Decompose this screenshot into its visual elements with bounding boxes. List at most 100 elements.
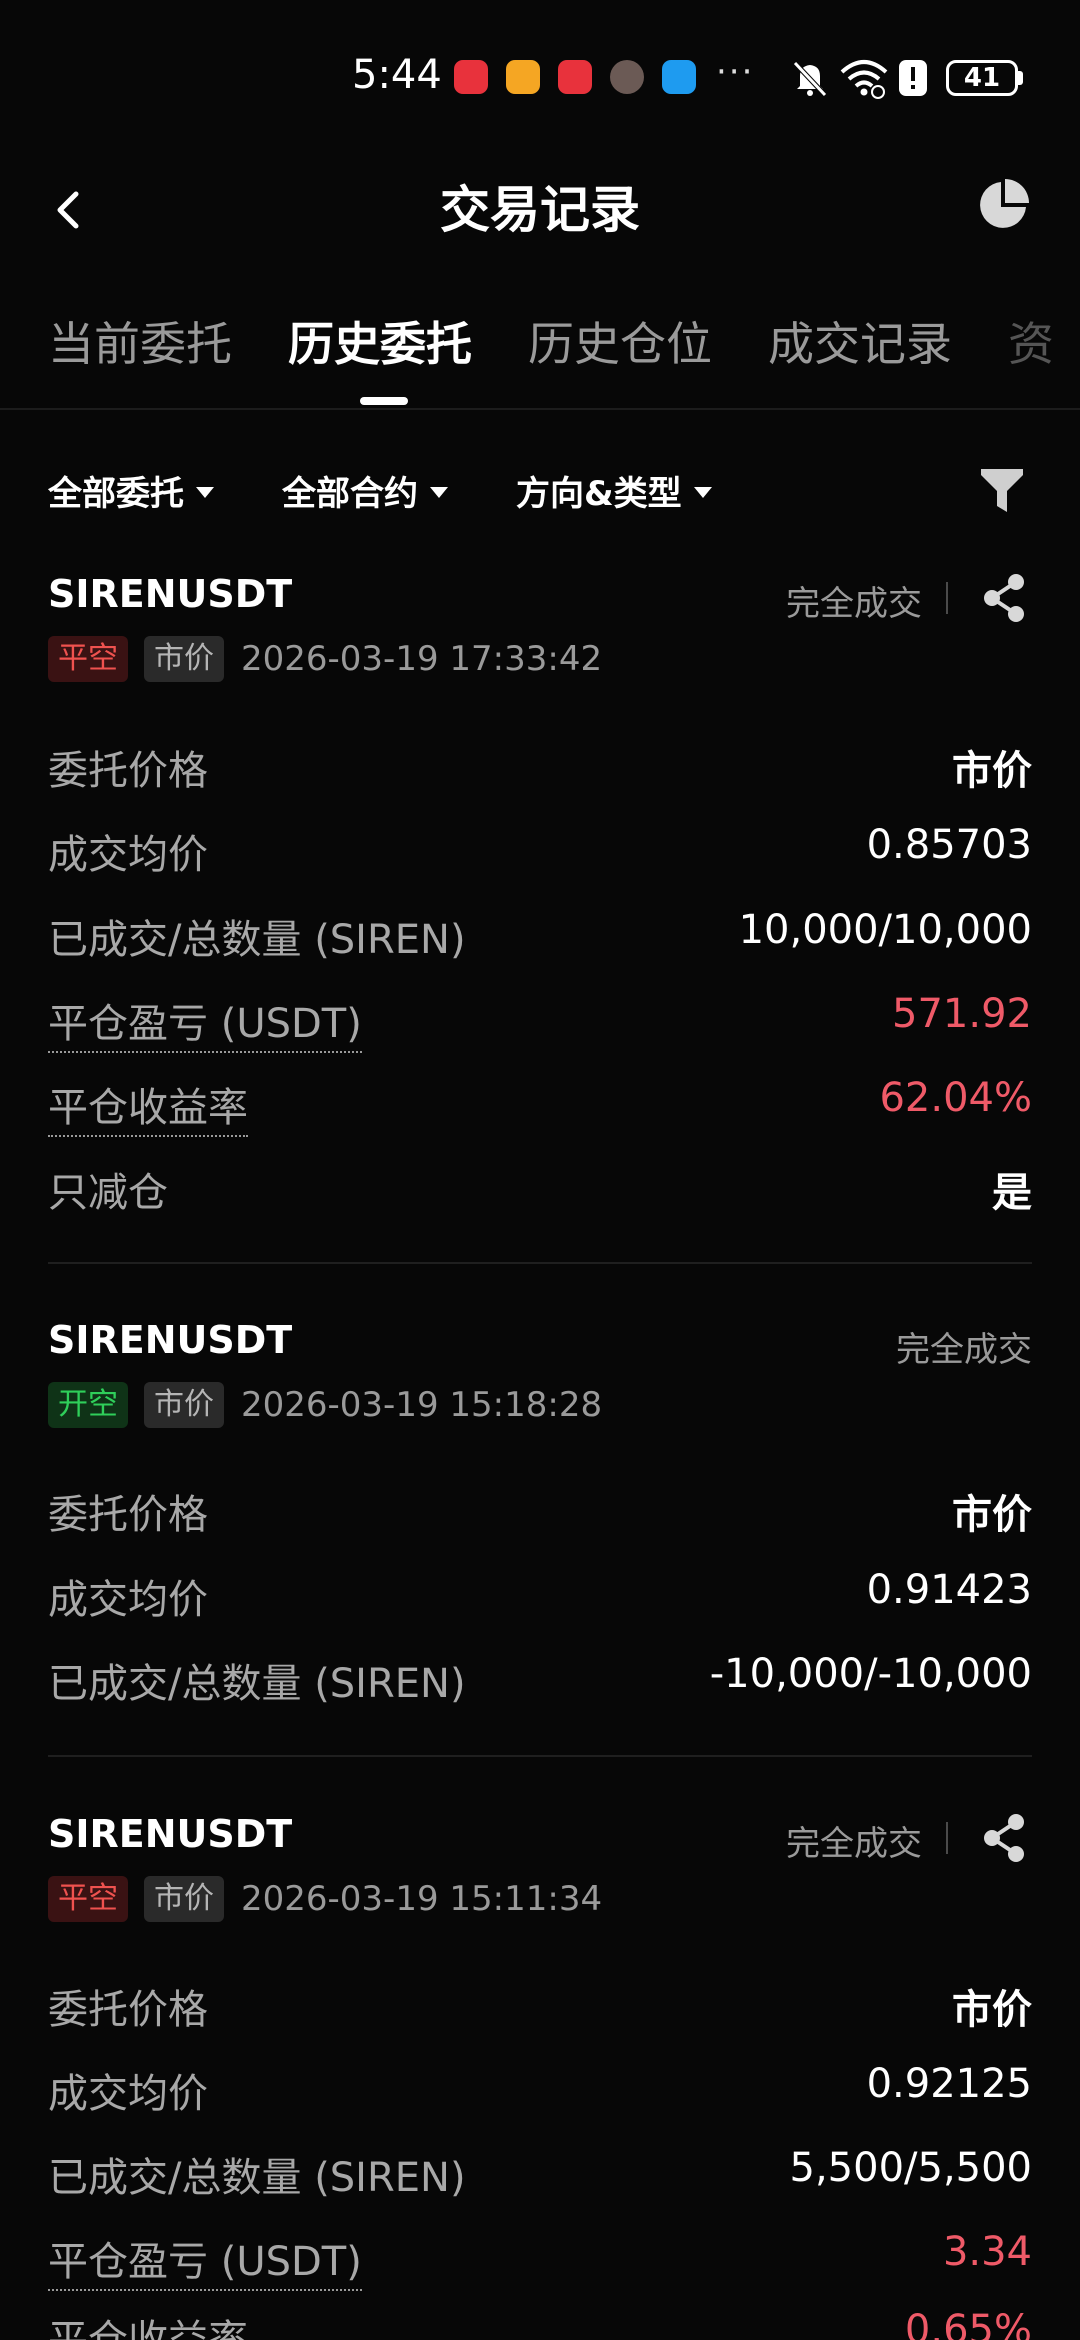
- order-symbol: SIRENUSDT: [48, 1318, 293, 1362]
- order-status: 完全成交: [786, 584, 922, 624]
- detail-row: 平仓收益率 62.04%: [48, 1075, 1032, 1137]
- caret-down-icon: [430, 487, 448, 498]
- divider: [946, 1822, 948, 1854]
- share-icon[interactable]: [978, 572, 1030, 624]
- top-app-bar: 交易记录: [0, 150, 1080, 260]
- filter-bar: 全部委托 全部合约 方向&类型: [0, 452, 1080, 532]
- tab-trade-history[interactable]: 成交记录: [768, 308, 952, 374]
- tab-current-orders[interactable]: 当前委托: [48, 308, 232, 374]
- row-label-tooltip[interactable]: 平仓收益率: [48, 2307, 248, 2340]
- row-label: 成交均价: [48, 2071, 208, 2117]
- row-label: 成交均价: [48, 1577, 208, 1623]
- row-label-tooltip[interactable]: 平仓收益率: [48, 1075, 248, 1137]
- row-value: 62.04%: [879, 1075, 1032, 1121]
- alert-icon: [899, 60, 927, 96]
- all-contracts-dropdown[interactable]: 全部合约: [282, 466, 448, 515]
- detail-row: 平仓收益率 0.65%: [48, 2307, 1032, 2340]
- row-value: 5,500/5,500: [789, 2145, 1033, 2191]
- row-value: 0.85703: [866, 822, 1032, 868]
- tab-bar: 当前委托 历史委托 历史仓位 成交记录 资: [0, 290, 1080, 410]
- tab-order-history[interactable]: 历史委托: [288, 308, 472, 374]
- detail-row: 已成交/总数量 (SIREN) 5,500/5,500: [48, 2145, 1032, 2205]
- notification-app-icon: [454, 60, 488, 94]
- order-type-tag: 市价: [144, 1876, 224, 1922]
- row-value: 0.92125: [866, 2061, 1032, 2107]
- tab-position-history[interactable]: 历史仓位: [528, 308, 712, 374]
- row-value: 571.92: [892, 991, 1032, 1037]
- side-tag: 平空: [48, 1876, 128, 1922]
- detail-row: 只减仓 是: [48, 1160, 1032, 1220]
- row-label: 已成交/总数量 (SIREN): [48, 917, 466, 963]
- row-value: 0.65%: [904, 2307, 1032, 2340]
- caret-down-icon: [693, 487, 712, 498]
- order-time: 2026-03-19 15:18:28: [241, 1385, 603, 1425]
- order-symbol: SIRENUSDT: [48, 572, 293, 616]
- bell-muted-icon: [793, 61, 827, 97]
- direction-type-label: 方向&类型: [516, 474, 682, 514]
- order-type-tag: 市价: [144, 1382, 224, 1428]
- battery-icon: 41: [946, 60, 1018, 96]
- battery-level: 41: [963, 63, 1001, 93]
- notification-app-icon: [558, 60, 592, 94]
- avatar-notification-icon: [610, 60, 644, 94]
- search-app-icon: [662, 60, 696, 94]
- row-value: 3.34: [942, 2229, 1032, 2275]
- more-notifications-icon: ···: [716, 52, 755, 92]
- detail-row: 委托价格 市价: [48, 1977, 1032, 2037]
- order-time: 2026-03-19 17:33:42: [241, 639, 603, 679]
- row-label: 委托价格: [48, 748, 208, 794]
- order-type-tag: 市价: [144, 636, 224, 682]
- row-value: -10,000/-10,000: [709, 1651, 1032, 1697]
- card-divider: [48, 1262, 1032, 1264]
- status-bar: 5:44 ··· 41: [0, 0, 1080, 150]
- row-value: 市价: [952, 1987, 1032, 2033]
- order-status: 完全成交: [786, 1824, 922, 1864]
- all-orders-label: 全部委托: [48, 474, 184, 514]
- detail-row: 成交均价 0.85703: [48, 822, 1032, 882]
- order-card[interactable]: SIRENUSDT 完全成交 平空 市价 2026-03-19 17:33:42…: [48, 572, 1032, 1216]
- order-status: 完全成交: [896, 1330, 1032, 1370]
- row-label: 委托价格: [48, 1492, 208, 1538]
- active-tab-indicator: [360, 397, 408, 405]
- battery-tip: [1018, 71, 1023, 85]
- status-time: 5:44: [352, 52, 442, 98]
- detail-row: 平仓盈亏 (USDT) 571.92: [48, 991, 1032, 1053]
- share-icon[interactable]: [978, 1812, 1030, 1864]
- row-value: 市价: [952, 1492, 1032, 1538]
- detail-row: 已成交/总数量 (SIREN) 10,000/10,000: [48, 907, 1032, 967]
- tab-funds[interactable]: 资: [1008, 308, 1054, 374]
- row-value: 10,000/10,000: [738, 907, 1032, 953]
- detail-row: 成交均价 0.91423: [48, 1567, 1032, 1627]
- divider: [946, 582, 948, 614]
- order-card[interactable]: SIRENUSDT 完全成交 平空 市价 2026-03-19 15:11:34…: [48, 1812, 1032, 2340]
- row-value: 0.91423: [866, 1567, 1032, 1613]
- mail-icon: [506, 60, 540, 94]
- detail-row: 委托价格 市价: [48, 738, 1032, 798]
- page-title: 交易记录: [440, 181, 640, 239]
- order-symbol: SIRENUSDT: [48, 1812, 293, 1856]
- filter-funnel-icon[interactable]: [978, 464, 1026, 516]
- row-value: 是: [992, 1170, 1032, 1216]
- side-tag: 平空: [48, 636, 128, 682]
- detail-row: 成交均价 0.92125: [48, 2061, 1032, 2121]
- direction-type-dropdown[interactable]: 方向&类型: [516, 466, 712, 515]
- row-value: 市价: [952, 748, 1032, 794]
- order-time: 2026-03-19 15:11:34: [241, 1879, 603, 1919]
- caret-down-icon: [196, 487, 214, 498]
- wifi-icon: [840, 60, 888, 99]
- all-contracts-label: 全部合约: [282, 474, 418, 514]
- detail-row: 平仓盈亏 (USDT) 3.34: [48, 2229, 1032, 2291]
- row-label: 只减仓: [48, 1170, 168, 1216]
- pie-chart-icon[interactable]: [974, 176, 1032, 234]
- order-card[interactable]: SIRENUSDT 完全成交 开空 市价 2026-03-19 15:18:28…: [48, 1318, 1032, 1738]
- side-tag: 开空: [48, 1382, 128, 1428]
- detail-row: 委托价格 市价: [48, 1482, 1032, 1542]
- row-label-tooltip[interactable]: 平仓盈亏 (USDT): [48, 2229, 362, 2291]
- row-label: 已成交/总数量 (SIREN): [48, 1661, 466, 1707]
- row-label-tooltip[interactable]: 平仓盈亏 (USDT): [48, 991, 362, 1053]
- card-divider: [48, 1755, 1032, 1757]
- row-label: 已成交/总数量 (SIREN): [48, 2155, 466, 2201]
- row-label: 委托价格: [48, 1987, 208, 2033]
- all-orders-dropdown[interactable]: 全部委托: [48, 466, 214, 515]
- row-label: 成交均价: [48, 832, 208, 878]
